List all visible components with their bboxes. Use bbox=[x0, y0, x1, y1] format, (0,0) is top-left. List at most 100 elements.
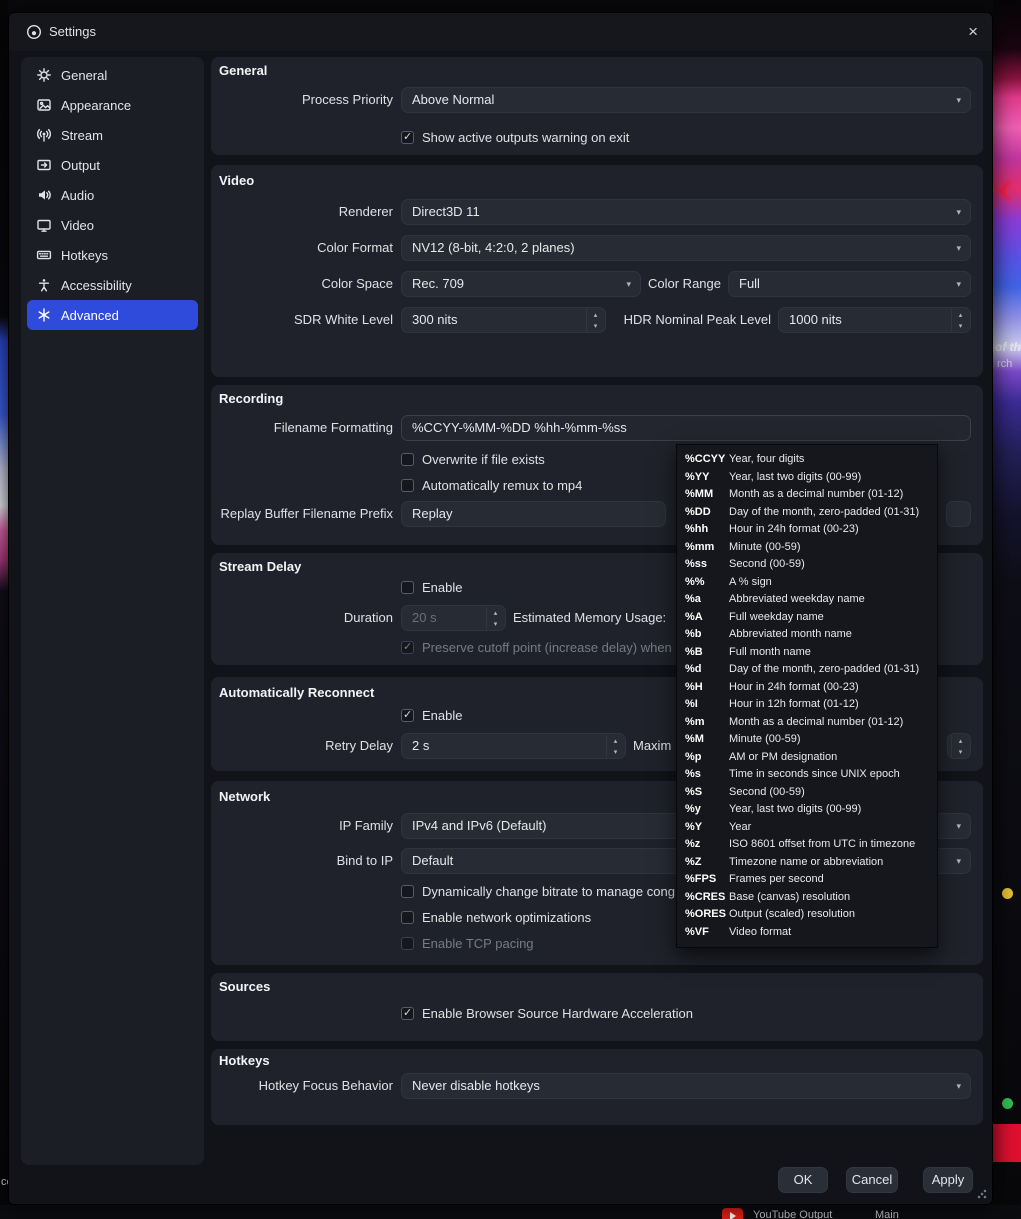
spinner-value: 20 s bbox=[412, 610, 437, 625]
ok-button[interactable]: OK bbox=[778, 1167, 828, 1193]
hotkey-focus-dropdown[interactable]: Never disable hotkeys ▾ bbox=[401, 1073, 971, 1099]
network-optimizations-checkbox[interactable] bbox=[401, 910, 414, 924]
sdr-white-level-spinner[interactable]: 300 nits ▴ ▾ bbox=[401, 307, 606, 333]
checkbox-label: Enable network optimizations bbox=[422, 909, 592, 925]
desktop-background: of th rch YouTube Output Main ce Setting… bbox=[0, 0, 1021, 1219]
dropdown-value: Direct3D 11 bbox=[412, 204, 480, 219]
chevron-down-icon: ▾ bbox=[956, 1081, 961, 1091]
preserve-cutoff-checkbox[interactable] bbox=[401, 640, 414, 654]
sidebar-item-appearance[interactable]: Appearance bbox=[27, 90, 198, 120]
stream-delay-enable-row: Enable bbox=[401, 579, 462, 595]
dynamic-bitrate-checkbox[interactable] bbox=[401, 884, 414, 898]
browser-accel-checkbox[interactable] bbox=[401, 1006, 414, 1020]
dropdown-value: Full bbox=[739, 276, 760, 291]
tooltip-row: %s Time in seconds since UNIX epoch bbox=[685, 768, 900, 780]
spin-down-icon[interactable]: ▾ bbox=[952, 746, 969, 757]
background-bottom-bar: YouTube Output Main bbox=[0, 1205, 1021, 1219]
tooltip-row: %CRES Base (canvas) resolution bbox=[685, 890, 851, 903]
tooltip-row: %YY Year, last two digits (00-99) bbox=[685, 470, 862, 483]
replay-suffix-input-partial[interactable] bbox=[946, 501, 971, 527]
overwrite-checkbox[interactable] bbox=[401, 452, 414, 466]
background-text-fragment: rch bbox=[997, 358, 1013, 370]
background-scene-label: Main bbox=[875, 1209, 899, 1219]
tcp-pacing-checkbox[interactable] bbox=[401, 936, 414, 950]
sidebar-label: Hotkeys bbox=[61, 247, 108, 263]
resize-grip[interactable] bbox=[977, 1189, 987, 1199]
youtube-icon bbox=[722, 1208, 743, 1219]
network-optimizations-row: Enable network optimizations bbox=[401, 909, 591, 925]
preserve-cutoff-row: Preserve cutoff point (increase delay) w… bbox=[401, 639, 672, 655]
sidebar-item-output[interactable]: Output bbox=[27, 150, 198, 180]
retry-delay-spinner[interactable]: 2 s ▴ ▾ bbox=[401, 733, 626, 759]
sidebar-label: Accessibility bbox=[61, 277, 132, 293]
duration-spinner[interactable]: 20 s ▴ ▾ bbox=[401, 605, 506, 631]
tooltip-row: %% A % sign bbox=[685, 575, 772, 588]
hdr-peak-level-spinner[interactable]: 1000 nits ▴ ▾ bbox=[778, 307, 971, 333]
checkbox-label: Enable bbox=[422, 579, 463, 595]
section-title: Automatically Reconnect bbox=[219, 685, 375, 700]
spin-down-icon[interactable]: ▾ bbox=[487, 618, 504, 629]
color-format-dropdown[interactable]: NV12 (8-bit, 4:2:0, 2 planes) ▾ bbox=[401, 235, 971, 261]
input-value: Replay bbox=[412, 506, 453, 521]
apply-button[interactable]: Apply bbox=[923, 1167, 973, 1193]
section-general: General Process Priority Above Normal ▾ … bbox=[211, 57, 983, 155]
sidebar-label: General bbox=[61, 67, 108, 83]
show-warning-checkbox[interactable] bbox=[401, 130, 414, 144]
spin-up-icon[interactable]: ▴ bbox=[587, 309, 604, 320]
titlebar[interactable]: Settings × bbox=[9, 13, 992, 51]
sidebar-item-accessibility[interactable]: Accessibility bbox=[27, 270, 198, 300]
spin-up-icon[interactable]: ▴ bbox=[952, 309, 969, 320]
tooltip-row: %y Year, last two digits (00-99) bbox=[685, 803, 862, 815]
sidebar-item-general[interactable]: General bbox=[27, 60, 198, 90]
tooltip-row: %a Abbreviated weekday name bbox=[685, 593, 865, 605]
filename-formatting-input[interactable]: %CCYY-%MM-%DD %hh-%mm-%ss bbox=[401, 415, 971, 441]
stream-delay-enable-checkbox[interactable] bbox=[401, 580, 414, 594]
spin-up-icon[interactable]: ▴ bbox=[487, 607, 504, 618]
tcp-pacing-row: Enable TCP pacing bbox=[401, 935, 534, 951]
section-title: Network bbox=[219, 789, 271, 804]
color-space-dropdown[interactable]: Rec. 709 ▾ bbox=[401, 271, 641, 297]
reconnect-enable-checkbox[interactable] bbox=[401, 708, 414, 722]
replay-prefix-label: Replay Buffer Filename Prefix bbox=[220, 506, 393, 521]
color-range-dropdown[interactable]: Full ▾ bbox=[728, 271, 971, 297]
cancel-button[interactable]: Cancel bbox=[846, 1167, 898, 1193]
dropdown-value: Never disable hotkeys bbox=[412, 1078, 540, 1093]
speaker-icon bbox=[36, 187, 52, 203]
dropdown-value: Rec. 709 bbox=[412, 276, 465, 291]
process-priority-dropdown[interactable]: Above Normal ▾ bbox=[401, 87, 971, 113]
checkbox-label: Enable bbox=[422, 707, 463, 723]
sidebar-item-stream[interactable]: Stream bbox=[27, 120, 198, 150]
max-retries-spinner-partial[interactable]: ▴ ▾ bbox=[947, 733, 971, 759]
remux-checkbox[interactable] bbox=[401, 478, 414, 492]
tooltip-row: %CCYY Year, four digits bbox=[685, 453, 805, 465]
ip-family-label: IP Family bbox=[339, 818, 393, 833]
renderer-dropdown[interactable]: Direct3D 11 ▾ bbox=[401, 199, 971, 225]
spin-up-icon[interactable]: ▴ bbox=[607, 735, 624, 746]
tooltip-row: %DD Day of the month, zero-padded (01-31… bbox=[685, 505, 920, 518]
spin-down-icon[interactable]: ▾ bbox=[952, 320, 969, 331]
sidebar-item-advanced[interactable]: Advanced bbox=[27, 300, 198, 330]
section-hotkeys: Hotkeys Hotkey Focus Behavior Never disa… bbox=[211, 1049, 983, 1125]
spin-down-icon[interactable]: ▾ bbox=[587, 320, 604, 331]
tooltip-row: %Z Timezone name or abbreviation bbox=[685, 855, 884, 868]
spinner-value: 300 nits bbox=[412, 312, 458, 327]
chevron-down-icon: ▾ bbox=[956, 207, 961, 217]
renderer-label: Renderer bbox=[338, 204, 393, 219]
sidebar-item-audio[interactable]: Audio bbox=[27, 180, 198, 210]
spin-down-icon[interactable]: ▾ bbox=[607, 746, 624, 757]
browser-accel-row: Enable Browser Source Hardware Accelerat… bbox=[401, 1005, 693, 1021]
replay-prefix-input[interactable]: Replay bbox=[401, 501, 666, 527]
sidebar-item-video[interactable]: Video bbox=[27, 210, 198, 240]
background-right-edge: of th rch bbox=[993, 0, 1021, 1219]
tooltip-row: %B Full month name bbox=[685, 645, 811, 658]
tooltip-row: %VF Video format bbox=[685, 925, 792, 938]
sidebar-item-hotkeys[interactable]: Hotkeys bbox=[27, 240, 198, 270]
close-button[interactable]: × bbox=[968, 13, 978, 51]
sidebar-label: Output bbox=[61, 157, 101, 173]
remux-checkbox-row: Automatically remux to mp4 bbox=[401, 477, 582, 493]
background-green-indicator bbox=[1002, 1098, 1013, 1109]
tooltip-row: %H Hour in 24h format (00-23) bbox=[685, 680, 859, 693]
checkbox-label: Show active outputs warning on exit bbox=[422, 129, 630, 145]
spin-up-icon[interactable]: ▴ bbox=[952, 735, 969, 746]
obs-logo-icon bbox=[26, 24, 42, 40]
